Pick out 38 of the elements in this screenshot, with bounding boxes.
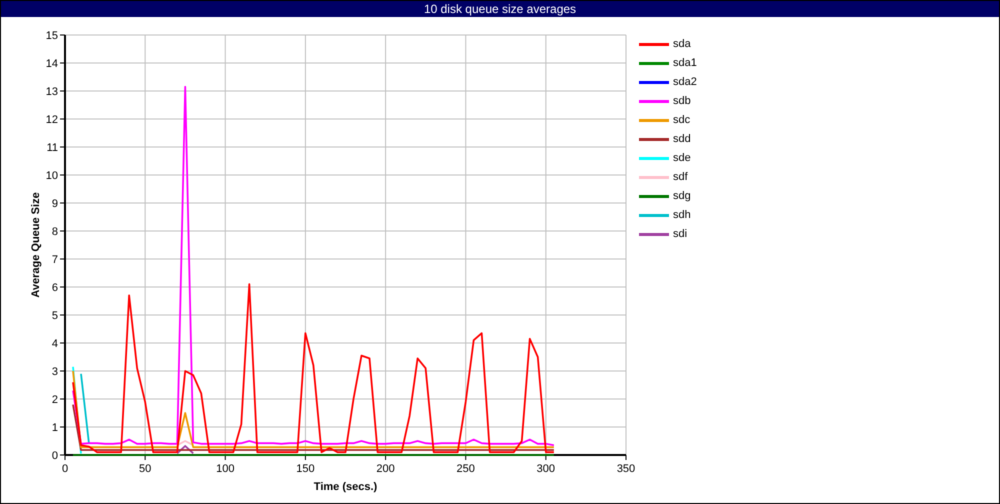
axis-tick-label: 14 (46, 58, 58, 70)
axis-tick-label: 250 (456, 463, 475, 475)
axis-tick-label: 10 (46, 170, 58, 182)
x-axis-title: Time (secs.) (314, 481, 378, 493)
axis-tick-label: 8 (52, 226, 58, 238)
axis-tick-label: 150 (296, 463, 315, 475)
axis-tick-label: 6 (52, 282, 58, 294)
axis-tick-label: 5 (52, 310, 58, 322)
legend-label: sda2 (673, 76, 697, 89)
legend-label: sda1 (673, 57, 697, 70)
axis-tick-label: 9 (52, 198, 58, 210)
axis-tick-label: 50 (139, 463, 152, 475)
axis-tick-label: 13 (46, 86, 58, 98)
axis-tick-label: 15 (46, 30, 58, 42)
y-axis-title: Average Queue Size (30, 192, 42, 298)
axis-tick-label: 2 (52, 394, 58, 406)
legend-label: sde (673, 152, 691, 165)
legend-label: sdh (673, 209, 691, 222)
axis-tick-label: 7 (52, 254, 58, 266)
axis-tick-label: 3 (52, 366, 58, 378)
axis-tick-label: 350 (616, 463, 636, 475)
axis-tick-label: 4 (52, 338, 58, 350)
axis-tick-label: 11 (46, 142, 58, 154)
axis-tick-label: 12 (46, 114, 58, 126)
legend-label: sdd (673, 133, 691, 146)
title-bar: 10 disk queue size averages (1, 1, 999, 17)
legend-label: sdi (673, 228, 688, 241)
axis-tick-label: 300 (536, 463, 556, 475)
axis-tick-label: 100 (216, 463, 234, 475)
axis-tick-label: 0 (52, 450, 58, 462)
axis-tick-label: 0 (62, 463, 68, 475)
legend-label: sdb (673, 95, 691, 108)
axis-tick-label: 200 (376, 463, 395, 475)
legend-label: sda (673, 38, 691, 51)
legend-label: sdg (673, 190, 691, 203)
legend-label: sdc (673, 114, 690, 127)
legend-label: sdf (673, 171, 688, 184)
axis-tick-label: 1 (52, 422, 58, 434)
